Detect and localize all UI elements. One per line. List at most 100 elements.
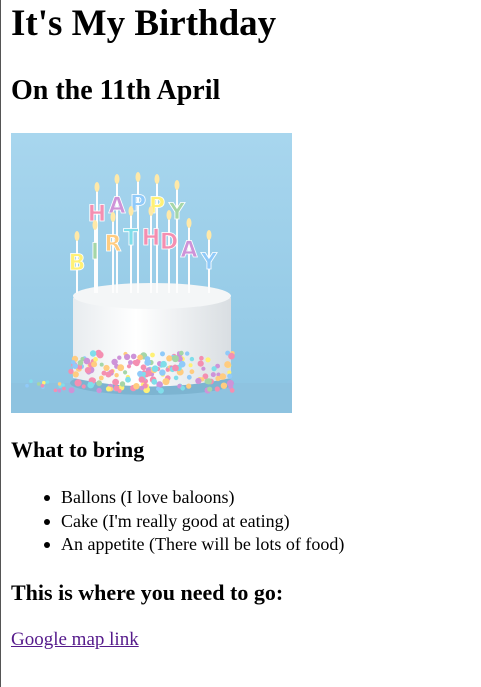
- page-title: It's My Birthday: [11, 3, 277, 44]
- cake-illustration: H A P P YB I R T H D A Y: [11, 133, 292, 413]
- sprinkle: [160, 351, 165, 357]
- sprinkle: [62, 386, 66, 391]
- sprinkle: [150, 352, 155, 358]
- sprinkle: [109, 369, 114, 374]
- sprinkle: [81, 384, 86, 389]
- location-heading: This is where you need to go:: [11, 580, 284, 605]
- sprinkle: [215, 375, 221, 382]
- sprinkle: [171, 355, 179, 363]
- sprinkle: [159, 369, 166, 376]
- candle-letter: D: [160, 230, 178, 255]
- sprinkle: [98, 375, 104, 381]
- sprinkle: [195, 377, 202, 385]
- sprinkle: [53, 388, 58, 393]
- sprinkle: [117, 364, 125, 372]
- sprinkle: [220, 382, 228, 389]
- sprinkle: [72, 371, 79, 378]
- candle-letter: H: [142, 226, 160, 251]
- sprinkle: [133, 360, 140, 367]
- sprinkle: [61, 383, 65, 387]
- sprinkle: [201, 366, 206, 371]
- sprinkle: [57, 382, 62, 386]
- bullet-icon: [44, 542, 50, 548]
- candle-letter: A: [180, 238, 197, 263]
- sprinkle: [91, 361, 98, 368]
- list-item-text: Cake (I'm really good at eating): [61, 510, 290, 531]
- list-item: Ballons (I love baloons): [44, 486, 344, 510]
- sprinkle: [119, 381, 126, 387]
- sprinkle: [179, 350, 184, 356]
- sprinkle: [84, 367, 92, 374]
- sprinkle: [156, 386, 161, 391]
- candle-letter: T: [123, 226, 138, 251]
- sprinkle: [105, 386, 112, 392]
- candle-letter: Y: [200, 250, 218, 275]
- sprinkle: [114, 373, 119, 378]
- list-item: An appetite (There will be lots of food): [44, 533, 345, 557]
- sprinkle: [199, 355, 204, 361]
- sprinkle: [138, 376, 145, 383]
- list-item-text: Ballons (I love baloons): [61, 487, 235, 507]
- candle-flame: [154, 174, 160, 184]
- sprinkle: [68, 387, 75, 394]
- sprinkle: [214, 386, 220, 392]
- sprinkle: [45, 380, 50, 384]
- candle-flame: [186, 218, 192, 228]
- sprinkle: [125, 376, 131, 383]
- sprinkle: [72, 363, 78, 369]
- candle-flame: [94, 182, 100, 192]
- list-item-text: An appetite (There will be lots of food): [61, 534, 345, 554]
- candle-flame: [114, 174, 120, 184]
- candle-flame: [110, 212, 116, 222]
- candle-flame: [74, 231, 80, 241]
- sprinkle: [165, 367, 170, 372]
- sprinkle: [180, 386, 185, 391]
- sprinkle: [197, 360, 204, 367]
- sprinkle: [124, 353, 131, 361]
- candle-flame: [92, 220, 98, 230]
- sprinkle: [224, 361, 232, 368]
- sprinkle: [87, 381, 94, 389]
- sprinkle: [227, 373, 233, 379]
- candle-flame: [128, 206, 134, 216]
- sprinkle: [166, 355, 173, 362]
- sprinkle: [173, 375, 179, 381]
- sprinkle: [207, 386, 213, 392]
- list-item: Cake (I'm really good at eating): [44, 510, 344, 534]
- candle-letter: R: [105, 232, 122, 257]
- sprinkle: [95, 349, 102, 357]
- page-subtitle: On the 11th April: [11, 75, 221, 106]
- bullet-icon: [44, 518, 50, 525]
- sprinkle: [139, 385, 145, 391]
- candle-flame: [135, 172, 141, 182]
- sprinkle: [113, 385, 120, 392]
- candle-flame: [206, 230, 212, 240]
- candle-letter: I: [91, 240, 99, 265]
- bullet-icon: [44, 495, 50, 501]
- sprinkle: [117, 355, 122, 360]
- sprinkle: [189, 369, 195, 375]
- sprinkle: [128, 360, 133, 365]
- candle-letter: B: [69, 251, 86, 276]
- sprinkle: [123, 370, 128, 375]
- sprinkle: [96, 380, 102, 387]
- sprinkle: [145, 370, 152, 377]
- sprinkle: [93, 357, 98, 362]
- sprinkle: [99, 362, 104, 367]
- sprinkle: [89, 350, 97, 357]
- left-border: [0, 0, 1, 687]
- candle-flame: [174, 180, 180, 190]
- bring-heading: What to bring: [11, 437, 145, 462]
- sprinkle: [96, 387, 102, 394]
- sprinkle: [142, 371, 147, 376]
- sprinkle: [205, 378, 212, 385]
- candle-flame: [148, 206, 154, 216]
- sprinkle: [112, 378, 119, 386]
- google-map-link[interactable]: Google map link: [11, 629, 139, 651]
- sprinkle: [133, 383, 140, 390]
- sprinkle: [162, 378, 170, 386]
- sprinkle: [151, 378, 158, 385]
- sprinkle: [228, 352, 235, 360]
- sprinkle: [130, 353, 137, 360]
- sprinkle: [172, 364, 179, 372]
